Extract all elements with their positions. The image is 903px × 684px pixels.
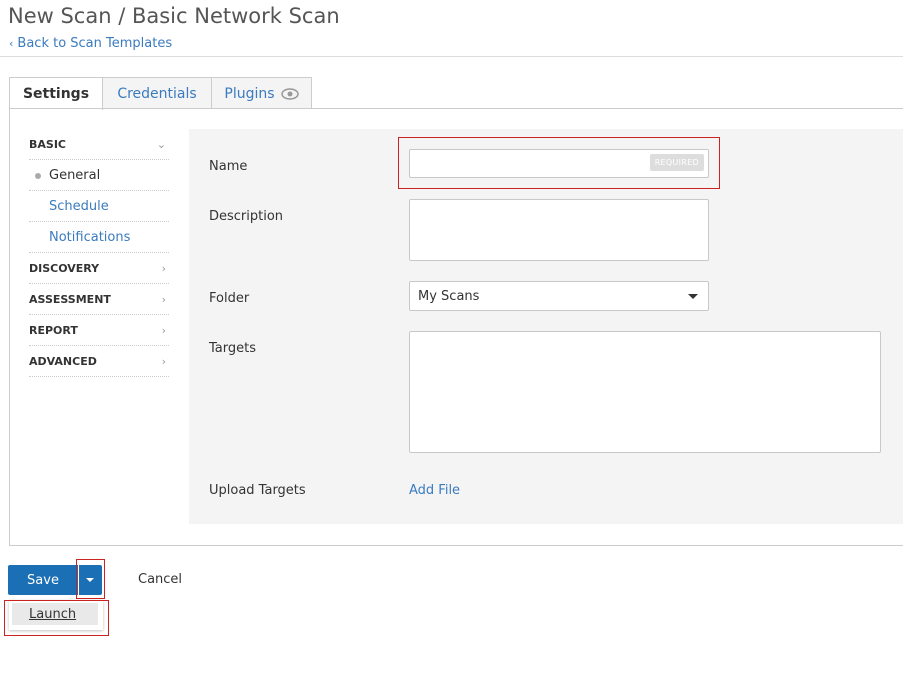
tab-settings-label: Settings [22, 86, 90, 102]
chevron-right-icon: › [161, 323, 166, 337]
caret-down-icon [688, 294, 698, 299]
sidebar-section-report[interactable]: REPORT › [29, 315, 169, 346]
back-link-label: Back to Scan Templates [17, 36, 173, 51]
sidebar-item-general[interactable]: General [29, 160, 169, 191]
sidebar-item-notifications[interactable]: Notifications [29, 222, 169, 253]
sidebar-section-advanced[interactable]: ADVANCED › [29, 346, 169, 377]
sidebar-section-label: ASSESSMENT [29, 292, 111, 306]
tab-plugins[interactable]: Plugins [211, 77, 312, 109]
eye-icon [280, 87, 299, 100]
folder-label: Folder [209, 291, 250, 306]
sidebar-item-label: General [49, 167, 101, 183]
back-to-templates-link[interactable]: ‹ Back to Scan Templates [9, 36, 172, 51]
save-button[interactable]: Save [8, 565, 78, 595]
sidebar-item-label: Schedule [49, 198, 109, 214]
description-textarea[interactable] [409, 199, 709, 261]
chevron-right-icon: › [161, 261, 166, 275]
targets-label: Targets [209, 341, 256, 356]
tab-plugins-label: Plugins [224, 85, 275, 102]
targets-textarea[interactable] [409, 331, 881, 453]
name-label: Name [209, 159, 248, 174]
sidebar-section-label: DISCOVERY [29, 261, 100, 275]
sidebar-section-discovery[interactable]: DISCOVERY › [29, 253, 169, 284]
chevron-left-icon: ‹ [9, 37, 14, 50]
sidebar-item-schedule[interactable]: Schedule [29, 191, 169, 222]
sidebar-section-label: REPORT [29, 323, 78, 337]
required-badge: REQUIRED [649, 154, 704, 171]
tab-credentials[interactable]: Credentials [102, 77, 212, 109]
add-file-link[interactable]: Add File [409, 483, 460, 498]
chevron-right-icon: › [161, 292, 166, 306]
sidebar-section-assessment[interactable]: ASSESSMENT › [29, 284, 169, 315]
description-label: Description [209, 209, 284, 224]
chevron-down-icon: ⌄ [156, 137, 166, 151]
sidebar-section-label: ADVANCED [29, 354, 97, 368]
sidebar-section-basic[interactable]: BASIC ⌄ [29, 129, 169, 160]
sidebar-section-label: BASIC [29, 137, 66, 151]
folder-select[interactable]: My Scans [409, 281, 709, 311]
tab-credentials-label: Credentials [117, 85, 197, 102]
name-input[interactable]: REQUIRED [409, 149, 709, 178]
sidebar-item-label: Notifications [49, 229, 131, 245]
upload-targets-label: Upload Targets [209, 483, 306, 498]
tab-settings[interactable]: Settings [9, 77, 103, 110]
cancel-button[interactable]: Cancel [138, 572, 182, 587]
current-dot-icon [35, 173, 41, 179]
page-title: New Scan / Basic Network Scan [8, 4, 340, 28]
folder-selected-value: My Scans [418, 289, 480, 304]
chevron-right-icon: › [161, 354, 166, 368]
header-divider [0, 56, 903, 57]
dropdown-highlight-box [76, 559, 105, 599]
launch-highlight-box [4, 600, 109, 636]
